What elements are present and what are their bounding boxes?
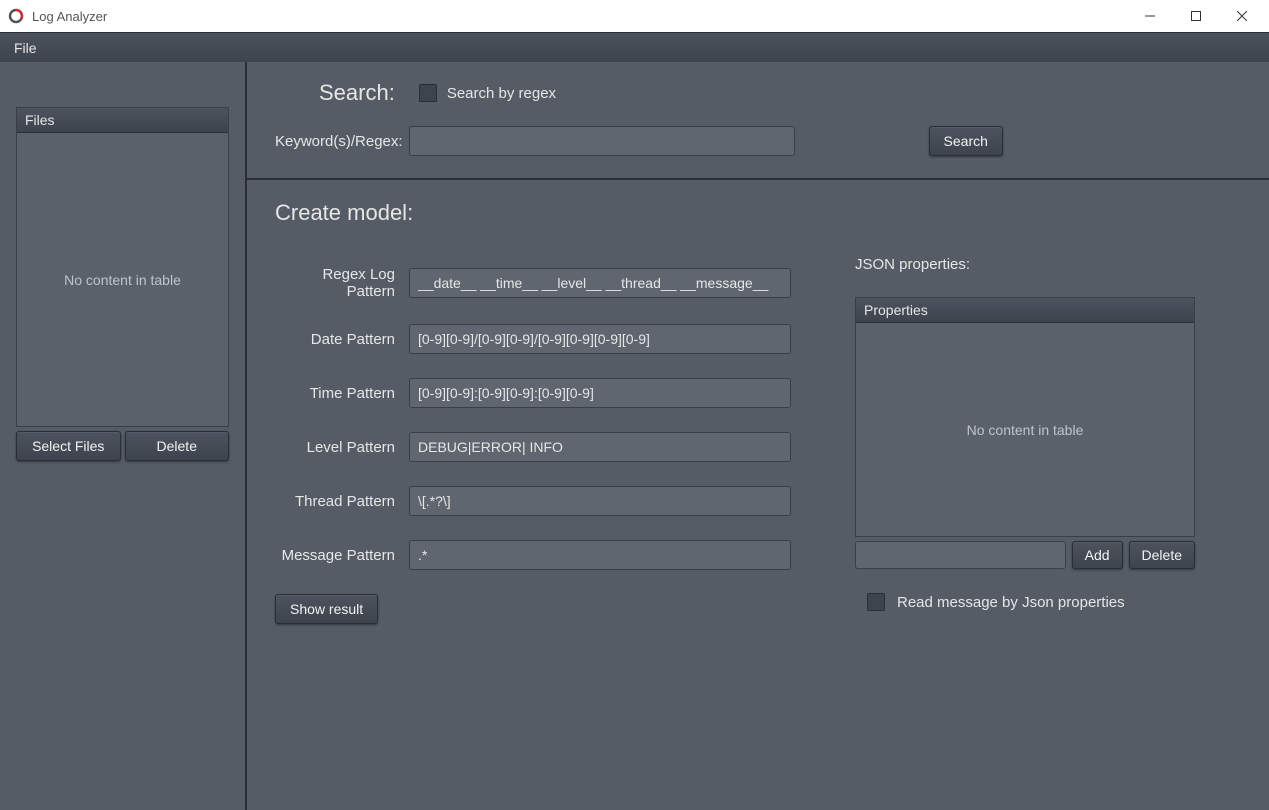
app-icon (8, 8, 24, 24)
menubar: File (0, 32, 1269, 62)
message-pattern-input[interactable] (409, 540, 791, 570)
delete-property-button[interactable]: Delete (1129, 541, 1195, 569)
search-by-regex-checkbox[interactable] (419, 84, 437, 102)
properties-table-header[interactable]: Properties (856, 298, 1194, 323)
window-title: Log Analyzer (32, 9, 107, 24)
search-by-regex-label: Search by regex (447, 85, 556, 102)
show-result-button[interactable]: Show result (275, 594, 378, 624)
keywords-label: Keyword(s)/Regex: (275, 133, 403, 150)
minimize-button[interactable] (1127, 0, 1173, 32)
thread-pattern-label: Thread Pattern (275, 493, 409, 510)
time-pattern-input[interactable] (409, 378, 791, 408)
properties-table: Properties No content in table (855, 297, 1195, 537)
thread-pattern-input[interactable] (409, 486, 791, 516)
select-files-button[interactable]: Select Files (16, 431, 121, 461)
message-pattern-label: Message Pattern (275, 547, 409, 564)
delete-file-button[interactable]: Delete (125, 431, 230, 461)
json-properties-panel: JSON properties: Properties No content i… (855, 200, 1195, 624)
time-pattern-label: Time Pattern (275, 385, 409, 402)
regex-log-pattern-label: Regex Log Pattern (275, 266, 409, 300)
menu-file[interactable]: File (2, 36, 49, 60)
search-section: Search: Search by regex Keyword(s)/Regex… (247, 62, 1269, 180)
add-property-button[interactable]: Add (1072, 541, 1123, 569)
files-table-header[interactable]: Files (17, 108, 228, 133)
date-pattern-input[interactable] (409, 324, 791, 354)
window-titlebar: Log Analyzer (0, 0, 1269, 32)
keywords-input[interactable] (409, 126, 795, 156)
close-button[interactable] (1219, 0, 1265, 32)
level-pattern-label: Level Pattern (275, 439, 409, 456)
properties-table-empty: No content in table (856, 323, 1194, 536)
search-button[interactable]: Search (929, 126, 1003, 156)
level-pattern-input[interactable] (409, 432, 791, 462)
read-by-json-checkbox[interactable] (867, 593, 885, 611)
maximize-button[interactable] (1173, 0, 1219, 32)
new-property-input[interactable] (855, 541, 1066, 569)
files-table-empty: No content in table (17, 133, 228, 426)
create-model-form: Create model: Regex Log Pattern Date Pat… (275, 200, 805, 624)
date-pattern-label: Date Pattern (275, 331, 409, 348)
regex-log-pattern-input[interactable] (409, 268, 791, 298)
read-by-json-label: Read message by Json properties (897, 594, 1125, 611)
json-properties-heading: JSON properties: (855, 256, 1195, 273)
files-table: Files No content in table (16, 107, 229, 427)
files-panel: Files No content in table Select Files D… (0, 62, 247, 810)
create-model-heading: Create model: (275, 200, 805, 226)
window-controls (1127, 0, 1265, 32)
search-heading: Search: (319, 80, 395, 106)
